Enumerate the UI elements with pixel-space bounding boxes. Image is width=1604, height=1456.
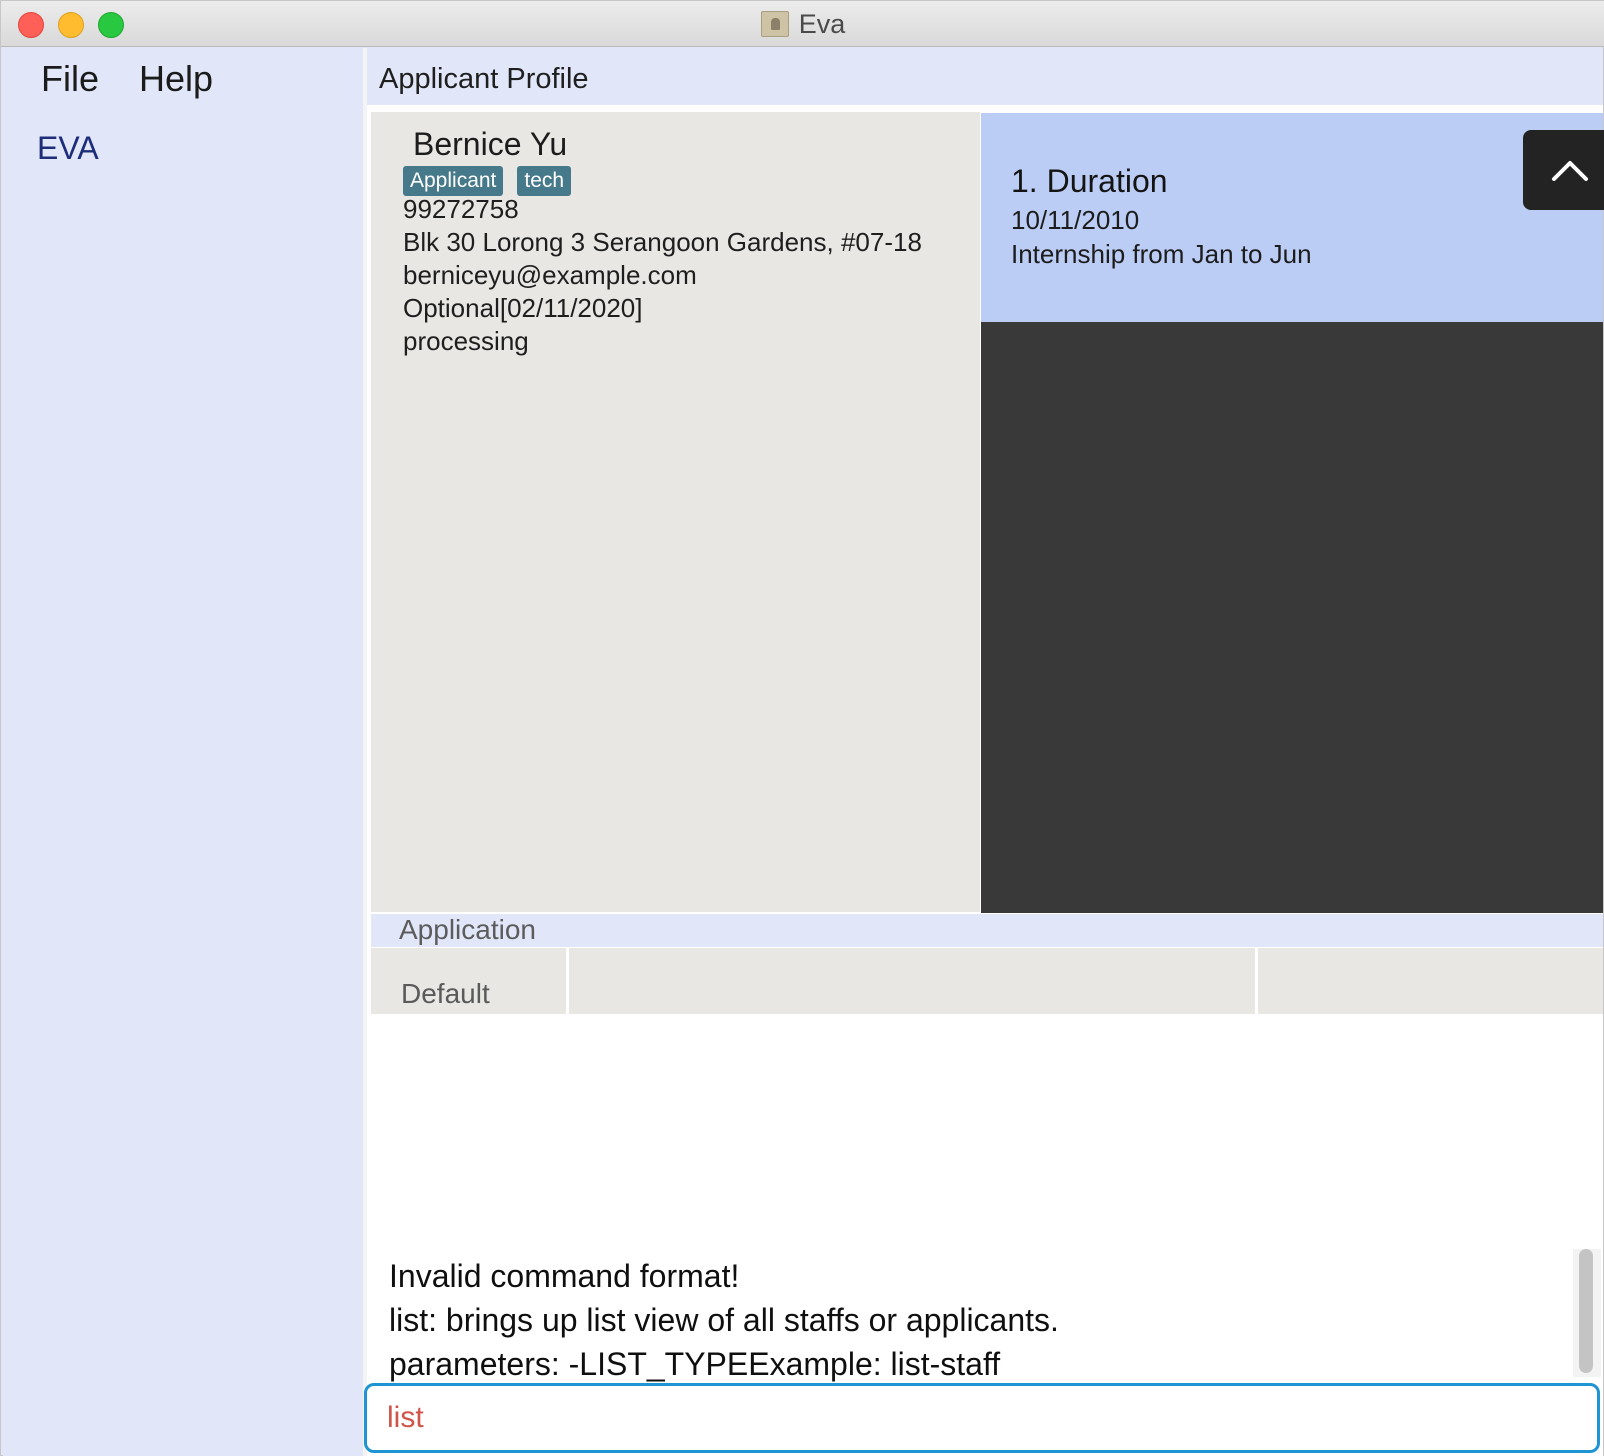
panel-title: Applicant Profile: [379, 63, 589, 95]
application-title: Application: [399, 914, 536, 945]
application-header: Application: [371, 914, 1603, 947]
result-scrollbar-thumb[interactable]: [1579, 1249, 1593, 1373]
tag-list: Applicant tech: [403, 166, 572, 196]
application-tabs: Default: [371, 948, 1603, 1014]
applicant-email: berniceyu@example.com: [403, 260, 697, 290]
applicant-phone: 99272758: [403, 194, 519, 224]
result-line: parameters: -LIST_TYPEExample: list-staf…: [389, 1346, 1001, 1382]
window-title: Eva: [798, 8, 846, 39]
panel-header: Applicant Profile: [367, 48, 1603, 108]
experience-date: 10/11/2010: [1011, 205, 1140, 235]
app-brand: EVA: [37, 130, 99, 166]
sidebar: File Help EVA: [3, 48, 365, 1456]
main-panel: Applicant Profile Bernice Yu Applicant t…: [364, 48, 1604, 1456]
result-line: Invalid command format!: [389, 1258, 740, 1294]
tab-divider: [1255, 948, 1258, 1014]
applicant-name: Bernice Yu: [413, 126, 568, 162]
result-line: list: brings up list view of all staffs …: [389, 1302, 1059, 1338]
applicant-status: processing: [403, 326, 529, 356]
app-window: Eva File Help EVA Applicant Profile Bern…: [0, 0, 1604, 1456]
scroll-to-top-button[interactable]: [1523, 130, 1604, 210]
tag-tech: tech: [517, 166, 572, 196]
title-bar: Eva: [1, 1, 1604, 47]
menu-file[interactable]: File: [41, 58, 99, 100]
experience-item[interactable]: 1. Duration 10/11/2010 Internship from J…: [981, 113, 1603, 322]
applicant-address: Blk 30 Lorong 3 Serangoon Gardens, #07-1…: [403, 227, 922, 257]
command-input[interactable]: [364, 1383, 1600, 1453]
experience-title: 1. Duration: [1011, 163, 1168, 199]
tab-default-label: Default: [401, 978, 490, 1009]
tab-default[interactable]: Default: [371, 948, 569, 1014]
applicant-interview-date: Optional[02/11/2020]: [403, 293, 643, 323]
result-display: Invalid command format! list: brings up …: [367, 1014, 1603, 1394]
applicant-profile-card: Bernice Yu Applicant tech 99272758 Blk 3…: [371, 112, 980, 912]
result-scrollbar[interactable]: [1573, 1249, 1601, 1377]
tag-applicant: Applicant: [403, 166, 504, 196]
menu-bar: File Help: [41, 58, 213, 100]
result-message: Invalid command format! list: brings up …: [389, 1254, 1059, 1386]
chevron-up-icon: [1552, 161, 1588, 181]
experience-description: Internship from Jan to Jun: [1011, 239, 1312, 269]
menu-help[interactable]: Help: [139, 58, 213, 100]
contact-card-icon: [760, 11, 789, 37]
experience-list[interactable]: 1. Duration 10/11/2010 Internship from J…: [981, 113, 1604, 913]
